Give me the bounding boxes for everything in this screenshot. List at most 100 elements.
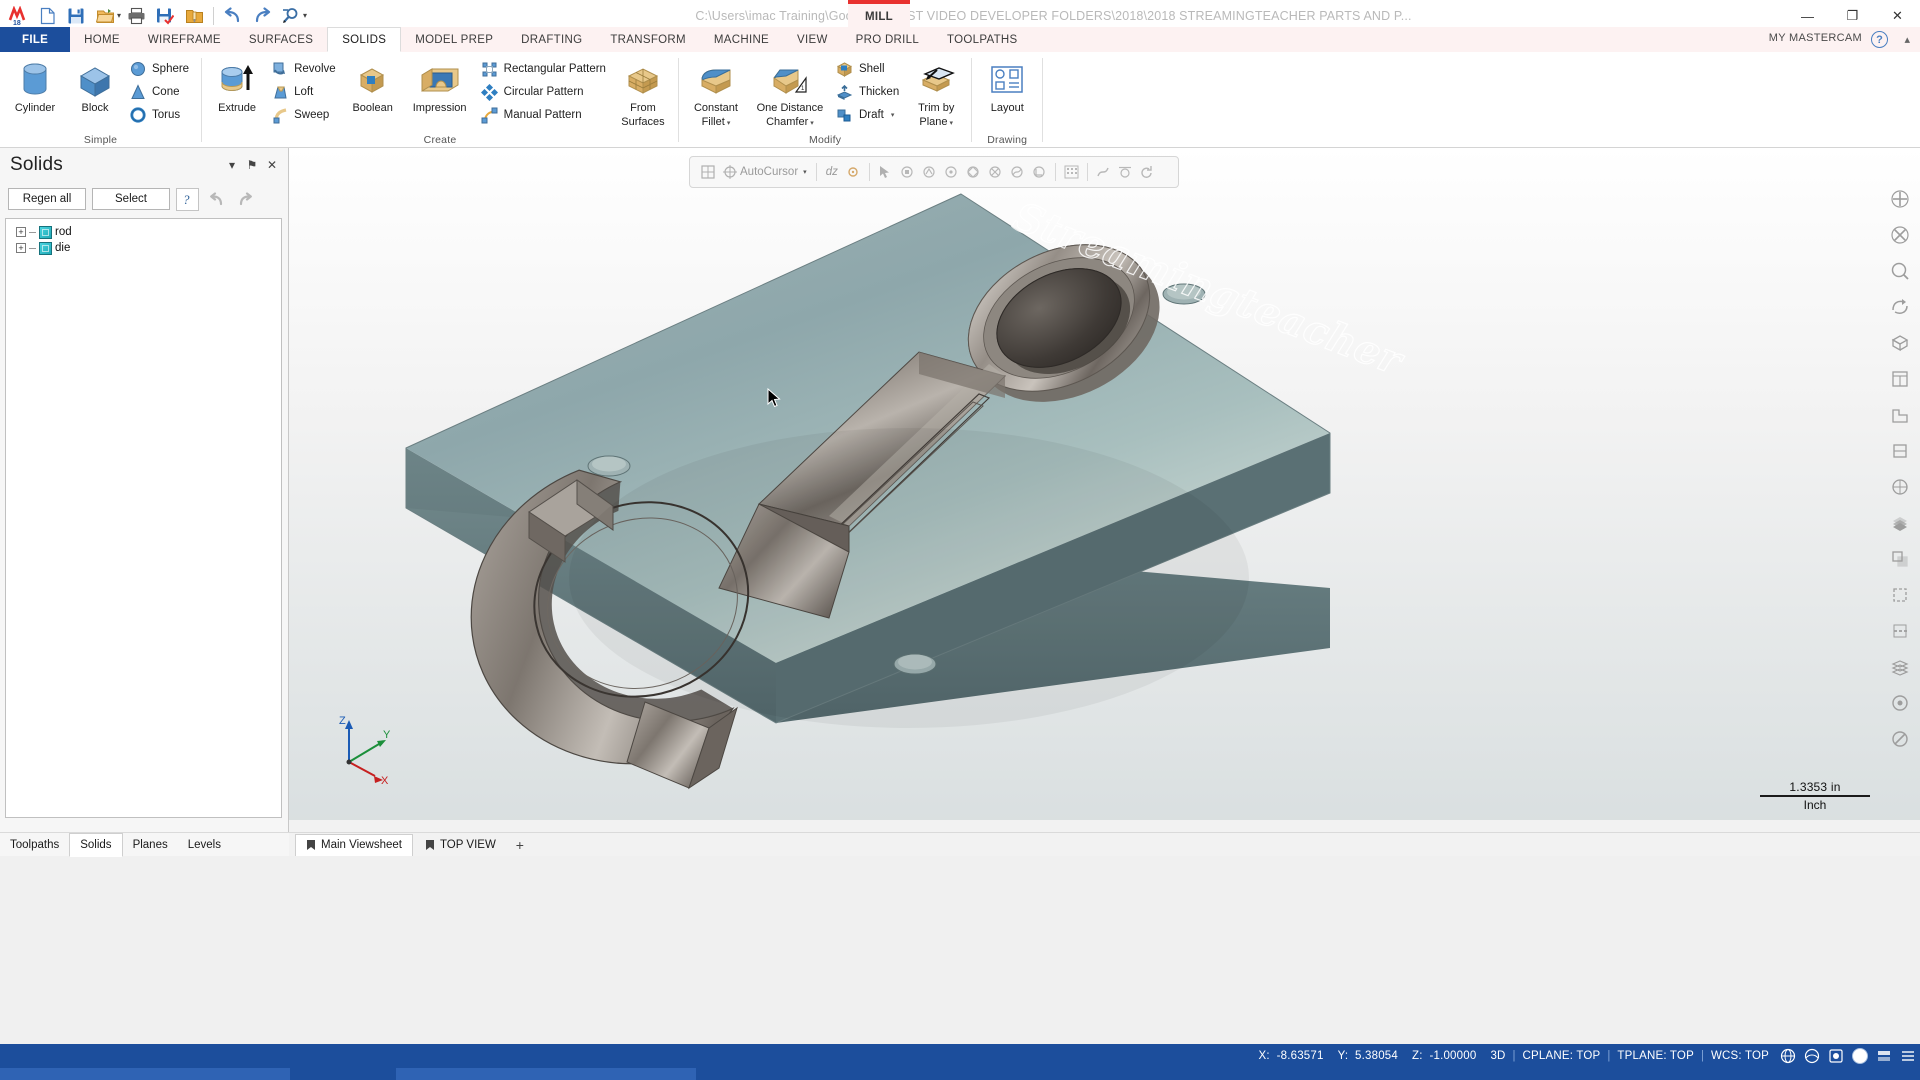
one-distance-chamfer-dropdown-caret-icon[interactable]: ▾ bbox=[810, 120, 814, 127]
tab-toolpaths-manager[interactable]: Toolpaths bbox=[0, 833, 69, 857]
autocursor-grid-icon[interactable] bbox=[698, 163, 717, 182]
color-swatch-icon[interactable] bbox=[1848, 1045, 1872, 1067]
snap-nearest-icon[interactable] bbox=[1008, 163, 1027, 182]
from-surfaces-button[interactable]: From Surfaces bbox=[614, 56, 672, 128]
one-distance-chamfer-button[interactable]: 1 One Distance Chamfer ▾ bbox=[749, 56, 831, 130]
autocursor-dropdown-caret-icon[interactable]: ▾ bbox=[803, 168, 807, 176]
levels-icon[interactable] bbox=[1883, 650, 1917, 684]
sphere-button[interactable]: Sphere bbox=[126, 58, 195, 80]
autocursor-origin-icon[interactable] bbox=[844, 163, 863, 182]
open-folder-icon[interactable] bbox=[91, 3, 119, 29]
tree-item-rod[interactable]: + rod bbox=[10, 224, 277, 240]
draft-button[interactable]: Draft ▾ bbox=[833, 104, 905, 126]
my-mastercam-link[interactable]: MY MASTERCAM bbox=[1769, 32, 1862, 44]
top-view-icon[interactable] bbox=[1883, 362, 1917, 396]
snap-reset-icon[interactable] bbox=[1138, 163, 1157, 182]
mastercam-logo-icon[interactable]: 18 bbox=[4, 3, 32, 29]
wireframe-icon[interactable] bbox=[1883, 578, 1917, 612]
snap-perpendicular-icon[interactable] bbox=[1030, 163, 1049, 182]
hidden-lines-icon[interactable] bbox=[1883, 614, 1917, 648]
snap-quadrant-icon[interactable] bbox=[964, 163, 983, 182]
tab-model-prep[interactable]: MODEL PREP bbox=[401, 27, 507, 52]
viewsheet-tab-top-view[interactable]: TOP VIEW bbox=[414, 833, 506, 856]
unzoom-icon[interactable] bbox=[1883, 218, 1917, 252]
print-icon[interactable] bbox=[122, 3, 150, 29]
extrude-button[interactable]: Extrude bbox=[208, 56, 266, 114]
circular-pattern-button[interactable]: Circular Pattern bbox=[478, 81, 612, 103]
torus-button[interactable]: Torus bbox=[126, 104, 195, 126]
regen-all-button[interactable]: Regen all bbox=[8, 188, 86, 210]
unblank-icon[interactable] bbox=[1883, 722, 1917, 756]
tab-solids[interactable]: SOLIDS bbox=[327, 27, 402, 52]
status-cplane[interactable]: CPLANE: TOP bbox=[1516, 1050, 1608, 1062]
panel-pin-icon[interactable]: ⚑ bbox=[242, 155, 262, 175]
rectangular-pattern-button[interactable]: Rectangular Pattern bbox=[478, 58, 612, 80]
snap-endpoint-icon[interactable] bbox=[898, 163, 917, 182]
level-swatch-icon[interactable] bbox=[1872, 1045, 1896, 1067]
tab-planes-manager[interactable]: Planes bbox=[123, 833, 178, 857]
constant-fillet-button[interactable]: Constant Fillet ▾ bbox=[685, 56, 747, 130]
manual-pattern-button[interactable]: Manual Pattern bbox=[478, 104, 612, 126]
new-file-icon[interactable] bbox=[33, 3, 61, 29]
zoom-window-icon[interactable] bbox=[1883, 254, 1917, 288]
attributes-icon[interactable] bbox=[1896, 1045, 1920, 1067]
tab-pro-drill[interactable]: PRO DRILL bbox=[842, 27, 933, 52]
autocursor-toolbar[interactable]: AutoCursor ▾ dz bbox=[689, 156, 1179, 188]
draft-dropdown-caret-icon[interactable]: ▾ bbox=[891, 111, 895, 119]
save-some-icon[interactable] bbox=[151, 3, 179, 29]
machine-group-tab-mill[interactable]: MILL bbox=[848, 0, 910, 30]
globe-cplane-icon[interactable] bbox=[1800, 1045, 1824, 1067]
shell-button[interactable]: Shell bbox=[833, 58, 905, 80]
tab-view[interactable]: VIEW bbox=[783, 27, 842, 52]
snap-tangent-icon[interactable] bbox=[1116, 163, 1135, 182]
tab-toolpaths[interactable]: TOOLPATHS bbox=[933, 27, 1031, 52]
zip-folder-icon[interactable] bbox=[180, 3, 208, 29]
snap-center-icon[interactable] bbox=[942, 163, 961, 182]
snap-midpoint-icon[interactable] bbox=[920, 163, 939, 182]
tab-drafting[interactable]: DRAFTING bbox=[507, 27, 596, 52]
layout-button[interactable]: Layout bbox=[978, 56, 1036, 114]
select-button[interactable]: Select bbox=[92, 188, 170, 210]
expand-toggle-icon[interactable]: + bbox=[16, 227, 26, 237]
tab-solids-manager[interactable]: Solids bbox=[69, 832, 123, 857]
expand-toggle-icon[interactable]: + bbox=[16, 243, 26, 253]
snap-point-icon[interactable] bbox=[1062, 163, 1081, 182]
help-question-icon[interactable]: ? bbox=[176, 187, 199, 211]
solids-tree[interactable]: + rod + die bbox=[5, 218, 282, 818]
cylinder-button[interactable]: Cylinder bbox=[6, 56, 64, 114]
tab-surfaces[interactable]: SURFACES bbox=[235, 27, 327, 52]
snap-arrow-icon[interactable] bbox=[876, 163, 895, 182]
2d3d-toggle-icon[interactable] bbox=[1824, 1045, 1848, 1067]
snap-relative-icon[interactable] bbox=[1094, 163, 1113, 182]
save-icon[interactable] bbox=[62, 3, 90, 29]
front-view-icon[interactable] bbox=[1883, 398, 1917, 432]
wireframe-shading-icon[interactable] bbox=[1883, 470, 1917, 504]
isometric-view-icon[interactable] bbox=[1883, 326, 1917, 360]
tab-file[interactable]: FILE bbox=[0, 27, 71, 52]
panel-close-icon[interactable]: ✕ bbox=[262, 155, 282, 175]
undo-icon[interactable] bbox=[205, 187, 228, 211]
tab-machine[interactable]: MACHINE bbox=[700, 27, 783, 52]
tab-wireframe[interactable]: WIREFRAME bbox=[134, 27, 235, 52]
tab-levels-manager[interactable]: Levels bbox=[178, 833, 231, 857]
autocursor-button[interactable]: AutoCursor ▾ bbox=[720, 163, 810, 181]
block-button[interactable]: Block bbox=[66, 56, 124, 114]
impression-button[interactable]: Impression bbox=[404, 56, 476, 114]
tree-item-die[interactable]: + die bbox=[10, 240, 277, 256]
graphics-viewport[interactable]: Streamingteacher AutoCursor ▾ dz Z Y X 1… bbox=[289, 148, 1920, 830]
thicken-button[interactable]: Thicken bbox=[833, 81, 905, 103]
panel-dropdown-icon[interactable]: ▾ bbox=[222, 155, 242, 175]
trim-by-plane-button[interactable]: Trim by Plane ▾ bbox=[907, 56, 965, 130]
globe-wcs-icon[interactable] bbox=[1776, 1045, 1800, 1067]
trim-by-plane-dropdown-caret-icon[interactable]: ▾ bbox=[950, 120, 954, 127]
cone-button[interactable]: Cone bbox=[126, 81, 195, 103]
translucency-icon[interactable] bbox=[1883, 542, 1917, 576]
help-icon[interactable]: ? bbox=[1871, 31, 1888, 48]
status-tplane[interactable]: TPLANE: TOP bbox=[1610, 1050, 1701, 1062]
revolve-button[interactable]: Revolve bbox=[268, 58, 342, 80]
right-view-icon[interactable] bbox=[1883, 434, 1917, 468]
blank-entity-icon[interactable] bbox=[1883, 686, 1917, 720]
constant-fillet-dropdown-caret-icon[interactable]: ▾ bbox=[727, 120, 731, 127]
redo-icon[interactable] bbox=[234, 187, 257, 211]
undo-icon[interactable] bbox=[219, 3, 247, 29]
